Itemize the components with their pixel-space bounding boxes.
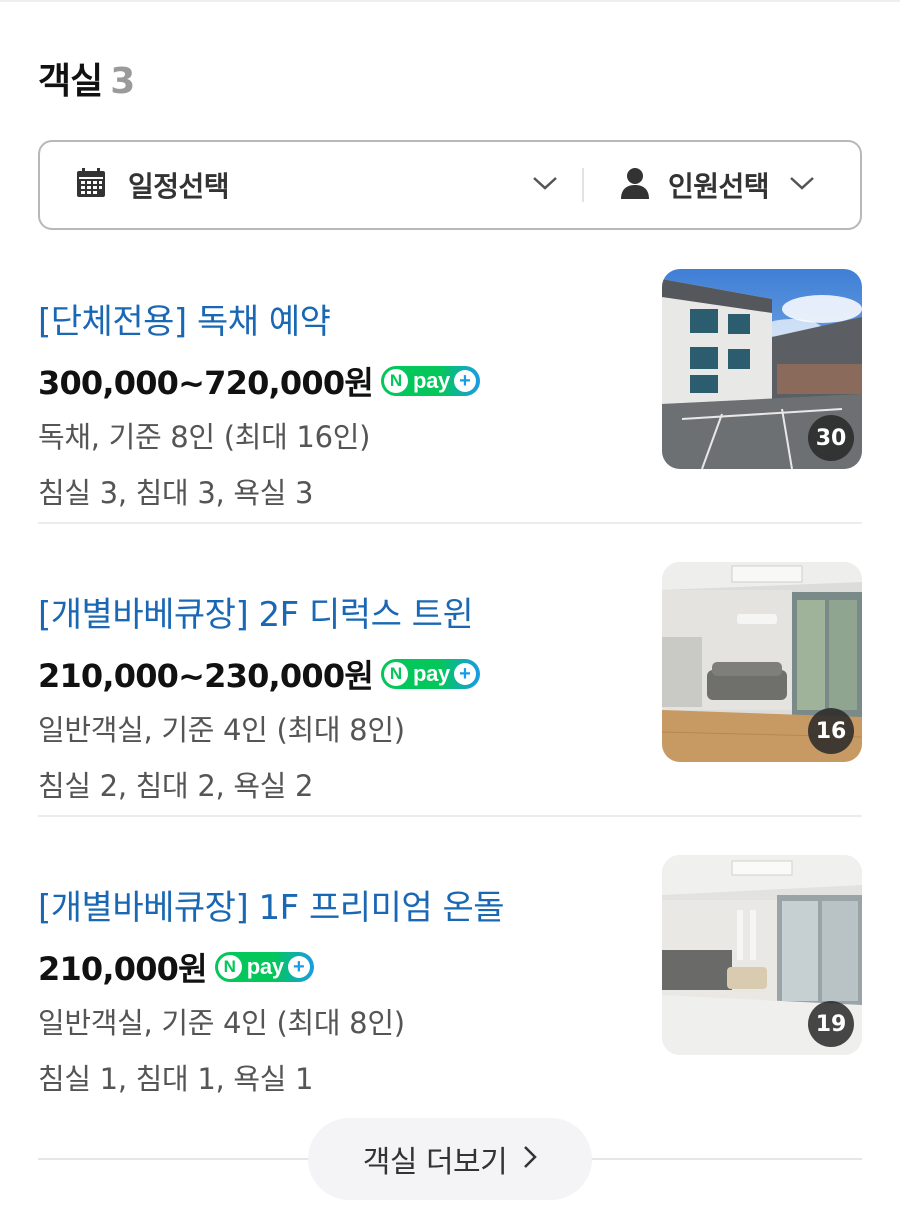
price-row: 210,000원 N pay +	[38, 944, 314, 990]
npay-plus-icon: +	[453, 370, 476, 392]
npay-badge: N pay +	[214, 952, 314, 982]
room-count: 3	[110, 61, 135, 102]
room-price: 210,000원	[38, 950, 208, 988]
room-facilities: 침실 1, 침대 1, 욕실 1	[38, 1062, 314, 1096]
section-title: 객실 3	[38, 52, 135, 104]
section-title-text: 객실	[38, 61, 103, 102]
room-item[interactable]: [단체전용] 독채 예약 300,000~720,000원 N pay + 독채…	[38, 269, 862, 510]
npay-text: pay	[412, 368, 450, 393]
room-type-capacity: 독채, 기준 8인 (최대 16인)	[38, 420, 371, 454]
price-row: 300,000~720,000원 N pay +	[38, 358, 480, 404]
npay-n-icon: N	[383, 662, 408, 686]
chevron-right-icon	[523, 1145, 538, 1173]
room-price: 210,000~230,000원	[38, 657, 374, 695]
price-row: 210,000~230,000원 N pay +	[38, 651, 480, 697]
npay-n-icon: N	[383, 369, 408, 393]
person-icon	[620, 167, 650, 203]
chevron-down-icon	[532, 175, 558, 195]
calendar-icon	[76, 168, 106, 202]
npay-text: pay	[246, 954, 284, 979]
row-divider	[38, 815, 862, 817]
room-thumbnail[interactable]: 30	[662, 269, 862, 469]
room-item[interactable]: [개별바베큐장] 1F 프리미엄 온돌 210,000원 N pay + 일반객…	[38, 855, 862, 1096]
guest-select-label: 인원선택	[668, 170, 770, 203]
guest-select-button[interactable]: 인원선택	[584, 142, 860, 228]
room-type-capacity: 일반객실, 기준 4인 (최대 8인)	[38, 713, 405, 747]
filter-bar: 일정선택 인원선택	[38, 140, 862, 230]
npay-plus-icon: +	[287, 956, 310, 978]
more-rooms-label: 객실 더보기	[362, 1145, 508, 1180]
room-facilities: 침실 3, 침대 3, 욕실 3	[38, 476, 314, 510]
room-thumbnail[interactable]: 16	[662, 562, 862, 762]
more-rooms-button[interactable]: 객실 더보기	[308, 1118, 592, 1200]
date-select-button[interactable]: 일정선택	[40, 142, 582, 228]
room-name[interactable]: [개별바베큐장] 1F 프리미엄 온돌	[38, 880, 505, 929]
room-item[interactable]: [개별바베큐장] 2F 디럭스 트윈 210,000~230,000원 N pa…	[38, 562, 862, 803]
npay-badge: N pay +	[380, 659, 480, 689]
room-type-capacity: 일반객실, 기준 4인 (최대 8인)	[38, 1006, 405, 1040]
room-name[interactable]: [개별바베큐장] 2F 디럭스 트윈	[38, 587, 474, 636]
npay-plus-icon: +	[453, 663, 476, 685]
photo-count-badge: 30	[808, 415, 854, 461]
date-select-label: 일정선택	[128, 170, 230, 203]
room-price: 300,000~720,000원	[38, 364, 374, 402]
top-divider	[0, 0, 900, 2]
npay-n-icon: N	[217, 955, 242, 979]
npay-badge: N pay +	[380, 366, 480, 396]
room-thumbnail[interactable]: 19	[662, 855, 862, 1055]
chevron-down-icon	[789, 175, 815, 195]
room-name[interactable]: [단체전용] 독채 예약	[38, 294, 331, 343]
row-divider	[38, 522, 862, 524]
photo-count-badge: 19	[808, 1001, 854, 1047]
room-facilities: 침실 2, 침대 2, 욕실 2	[38, 769, 314, 803]
photo-count-badge: 16	[808, 708, 854, 754]
npay-text: pay	[412, 661, 450, 686]
